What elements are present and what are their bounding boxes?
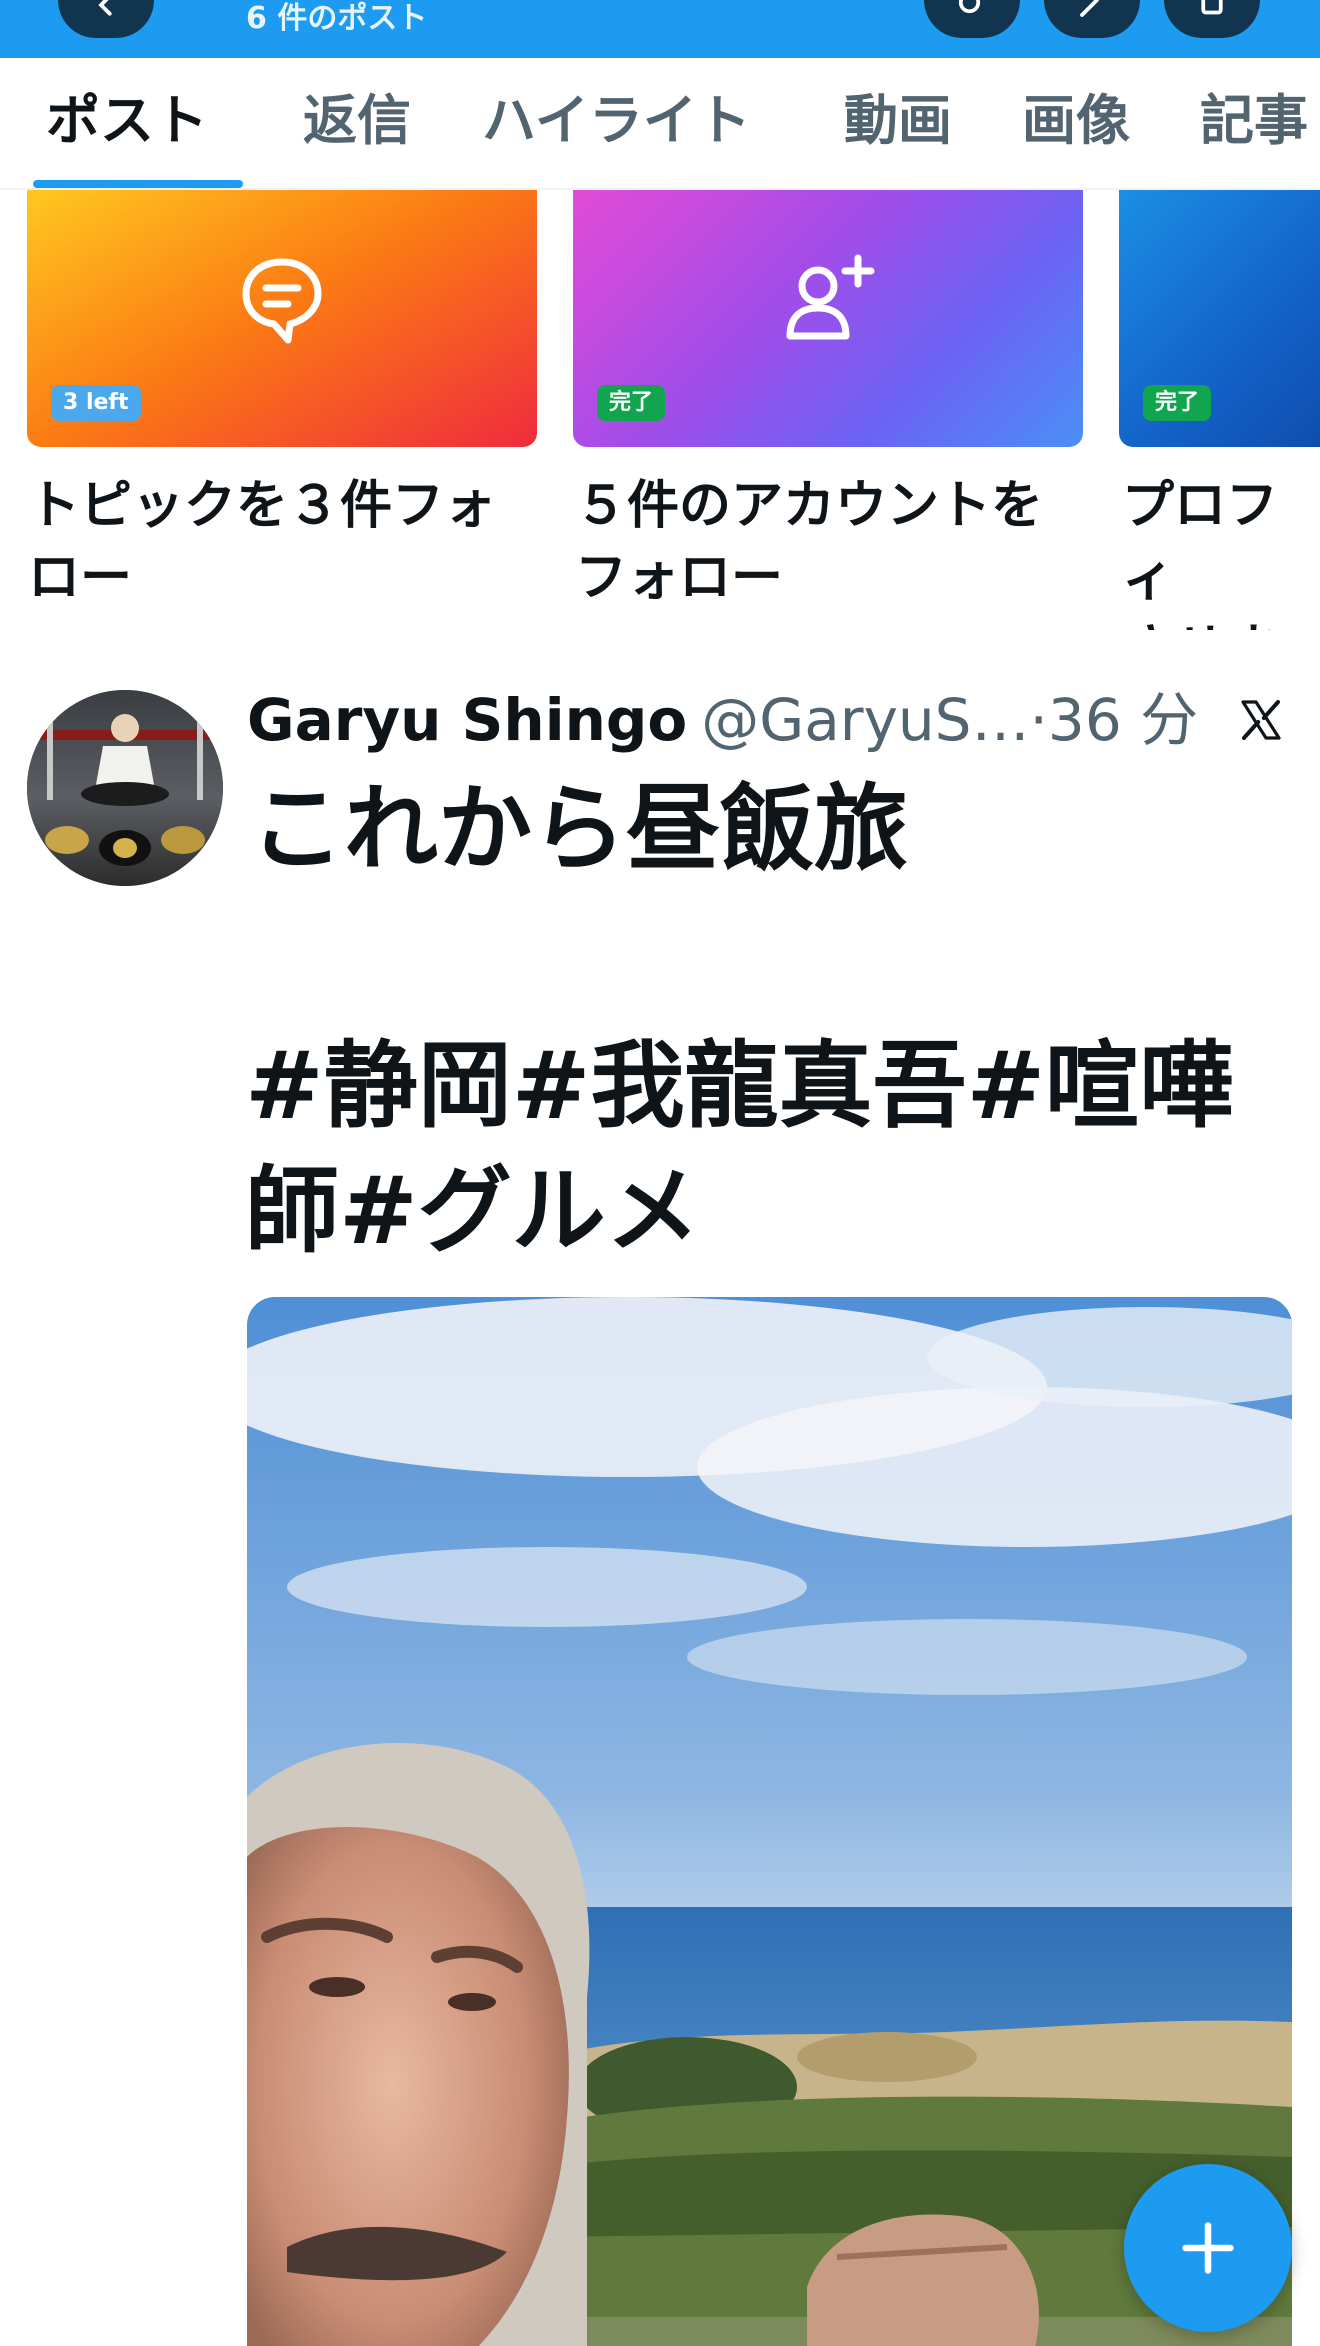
add-user-icon <box>786 254 875 340</box>
avatar-image <box>27 690 223 886</box>
compose-button[interactable] <box>1044 0 1140 38</box>
x-logo-icon <box>1241 700 1281 740</box>
complete-badge: 完了 <box>597 385 666 421</box>
post-video[interactable] <box>247 1297 1292 2346</box>
follow-topics-card[interactable]: 3 left <box>27 190 537 447</box>
tab-highlights[interactable]: ハイライト <box>482 86 751 156</box>
follow-accounts-card[interactable]: 完了 <box>573 190 1083 447</box>
video-thumbnail <box>247 1297 1292 2346</box>
compose-fab[interactable] <box>1124 2164 1292 2332</box>
complete-badge: 完了 <box>1143 385 1212 421</box>
share-button[interactable] <box>1164 0 1260 38</box>
profile-tabs: ポスト 返信 ハイライト 動画 画像 記事 <box>0 58 1320 190</box>
active-tab-indicator <box>33 180 243 188</box>
back-button[interactable] <box>58 0 154 38</box>
tab-replies[interactable]: 返信 <box>303 86 411 156</box>
author-handle[interactable]: @GaryuS… <box>701 686 1029 754</box>
post-hashtags[interactable]: #静岡#我龍真吾#喧嘩師#グルメ <box>245 1024 1285 1274</box>
tab-articles[interactable]: 記事 <box>1200 86 1308 156</box>
post-timestamp[interactable]: 36 分 <box>1048 686 1198 754</box>
progress-badge: 3 left <box>51 385 141 421</box>
card-title: ５件のアカウントを フォロー <box>575 476 1044 608</box>
complete-profile-card[interactable]: 完了 <box>1119 190 1320 447</box>
post-count: 6 件のポスト <box>246 1 428 36</box>
tab-images[interactable]: 画像 <box>1022 86 1130 156</box>
card-title: トピックを３件フォ ロー <box>28 476 497 608</box>
chat-bubble-icon <box>242 258 322 344</box>
compose-icon <box>1080 0 1099 17</box>
plus-icon <box>1182 2222 1234 2274</box>
avatar[interactable] <box>27 690 223 886</box>
tab-videos[interactable]: 動画 <box>844 86 952 156</box>
post-text: これから昼飯旅 <box>250 775 909 884</box>
tab-posts[interactable]: ポスト <box>46 86 208 156</box>
share-icon <box>1201 0 1223 15</box>
search-icon <box>958 0 981 14</box>
profile-header: 6 件のポスト <box>0 0 1320 58</box>
card-title: プロフィ させまし <box>1122 476 1279 630</box>
search-button[interactable] <box>924 0 1020 38</box>
post-header: Garyu Shingo @GaryuS…·36 分 <box>247 680 1198 760</box>
author-name[interactable]: Garyu Shingo <box>247 686 687 754</box>
back-arrow-icon <box>98 0 112 16</box>
separator-dot: · <box>1029 686 1048 754</box>
onboarding-carousel: 3 left トピックを３件フォ ロー 完了 ５件のアカウントを フォロー 完了… <box>0 190 1320 630</box>
